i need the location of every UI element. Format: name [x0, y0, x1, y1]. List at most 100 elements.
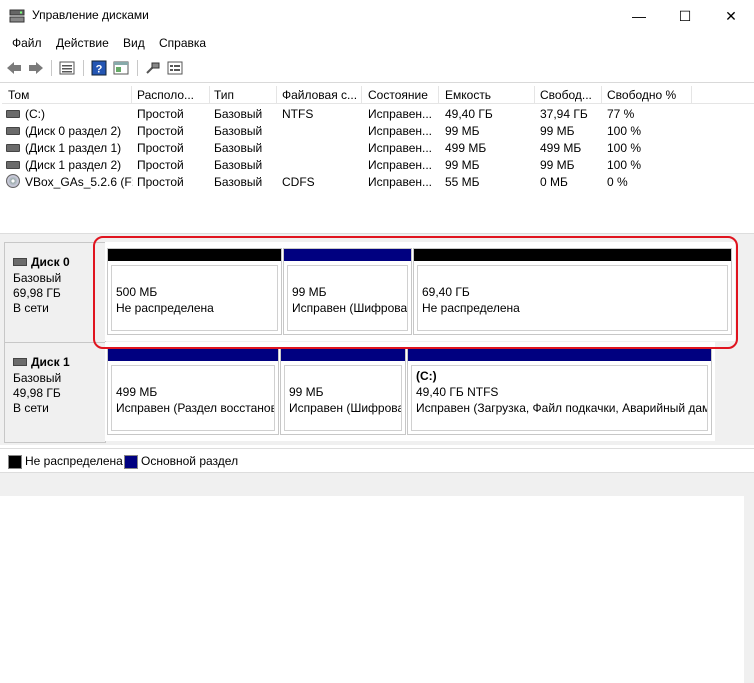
cell-layout: Простой [137, 158, 184, 172]
partition-size: 499 МБ [116, 385, 158, 399]
maximize-button[interactable]: ☐ [662, 0, 708, 32]
cell-type: Базовый [214, 124, 263, 138]
column-header-status[interactable]: Состояние [368, 88, 438, 102]
menu-action[interactable]: Действие [56, 36, 109, 50]
connect-icon[interactable] [144, 59, 162, 77]
volume-row[interactable]: VBox_GAs_5.2.6 (F:) Простой Базовый CDFS… [2, 173, 754, 190]
cell-status: Исправен... [368, 124, 433, 138]
column-header-layout[interactable]: Располо... [137, 88, 207, 102]
column-separator[interactable] [209, 86, 210, 103]
partition-body: (C:) 49,40 ГБ NTFS Исправен (Загрузка, Ф… [411, 365, 708, 431]
settings-icon[interactable] [166, 59, 184, 77]
disk-1-partitions: 499 МБ Исправен (Раздел восстанов 99 МБ … [105, 342, 715, 441]
column-separator[interactable] [276, 86, 277, 103]
toolbar: ? [0, 54, 754, 83]
cell-volume: (Диск 1 раздел 2) [25, 158, 122, 172]
disk-1-label[interactable]: Диск 1 Базовый 49,98 ГБ В сети [4, 342, 106, 443]
partition-body: 499 МБ Исправен (Раздел восстанов [111, 365, 275, 431]
cell-filesystem: CDFS [282, 175, 315, 189]
column-header-filesystem[interactable]: Файловая с... [282, 88, 362, 102]
partition-size: 99 МБ [289, 385, 324, 399]
partition-title: (C:) [416, 369, 437, 383]
disk-1-name: Диск 1 [31, 355, 70, 369]
column-header-capacity[interactable]: Емкость [445, 88, 533, 102]
properties-icon[interactable] [112, 59, 130, 77]
disk-icon [13, 358, 27, 366]
title-bar: Управление дисками — ☐ ✕ [0, 0, 754, 32]
cell-capacity: 99 МБ [445, 158, 480, 172]
cell-free: 37,94 ГБ [540, 107, 588, 121]
column-separator[interactable] [361, 86, 362, 103]
column-header-volume[interactable]: Том [8, 88, 130, 102]
status-bar [0, 472, 754, 496]
cell-status: Исправен... [368, 107, 433, 121]
partition-status: Исправен (Шифрова [289, 401, 402, 415]
list-view-icon[interactable] [58, 59, 76, 77]
disk-icon [13, 258, 27, 266]
disk-1-status: В сети [13, 401, 49, 415]
cell-capacity: 49,40 ГБ [445, 107, 493, 121]
legend: Не распределена Основной раздел [0, 448, 754, 473]
partition-primary[interactable]: 499 МБ Исправен (Раздел восстанов [107, 348, 279, 435]
cell-free: 499 МБ [540, 141, 582, 155]
legend-primary-swatch [124, 455, 138, 469]
minimize-button[interactable]: — [616, 0, 662, 32]
cell-capacity: 99 МБ [445, 124, 480, 138]
toolbar-separator [51, 60, 52, 76]
cell-free-percent: 77 % [607, 107, 635, 121]
menu-view[interactable]: Вид [123, 36, 145, 50]
disk-name: Диск 0 [13, 255, 70, 269]
disk-name: Диск 1 [13, 355, 70, 369]
cell-free-percent: 100 % [607, 141, 642, 155]
volume-row[interactable]: (Диск 0 раздел 2) Простой Базовый Исправ… [2, 122, 754, 139]
cell-type: Базовый [214, 107, 263, 121]
volume-list-header: Том Располо... Тип Файловая с... Состоян… [2, 86, 754, 104]
cell-type: Базовый [214, 158, 263, 172]
svg-text:?: ? [96, 64, 103, 76]
cell-layout: Простой [137, 107, 184, 121]
help-icon[interactable]: ? [90, 59, 108, 77]
partition-primary-c[interactable]: (C:) 49,40 ГБ NTFS Исправен (Загрузка, Ф… [407, 348, 712, 435]
cell-free: 99 МБ [540, 124, 575, 138]
volume-row[interactable]: (Диск 1 раздел 1) Простой Базовый Исправ… [2, 139, 754, 156]
column-separator[interactable] [131, 86, 132, 103]
drive-icon [6, 161, 20, 169]
maximize-icon: ☐ [678, 7, 692, 24]
cell-type: Базовый [214, 175, 263, 189]
back-icon[interactable] [5, 59, 23, 77]
menu-bar: Файл Действие Вид Справка [0, 32, 754, 54]
forward-icon[interactable] [27, 59, 45, 77]
cell-status: Исправен... [368, 141, 433, 155]
cell-volume: VBox_GAs_5.2.6 (F:) [25, 175, 133, 189]
column-separator[interactable] [691, 86, 692, 103]
cell-layout: Простой [137, 124, 184, 138]
volume-row[interactable]: (C:) Простой Базовый NTFS Исправен... 49… [2, 105, 754, 122]
disk-0-size: 69,98 ГБ [13, 286, 61, 300]
drive-icon [6, 127, 20, 135]
disk-management-app-icon [9, 9, 25, 23]
close-button[interactable]: ✕ [708, 0, 754, 32]
menu-file[interactable]: Файл [12, 36, 42, 50]
cell-capacity: 499 МБ [445, 141, 487, 155]
close-icon: ✕ [725, 7, 737, 24]
legend-unallocated-swatch [8, 455, 22, 469]
column-header-free-percent[interactable]: Свободно % [607, 88, 689, 102]
menu-help[interactable]: Справка [159, 36, 206, 50]
partition-size: 49,40 ГБ NTFS [416, 385, 499, 399]
vertical-scrollbar[interactable] [744, 476, 754, 683]
partition-primary[interactable]: 99 МБ Исправен (Шифрова [280, 348, 406, 435]
volume-row[interactable]: (Диск 1 раздел 2) Простой Базовый Исправ… [2, 156, 754, 173]
partition-bar [281, 349, 405, 361]
partition-status: Исправен (Загрузка, Файл подкачки, Авари… [416, 401, 708, 415]
partition-bar [108, 349, 278, 361]
column-header-type[interactable]: Тип [214, 88, 276, 102]
column-separator[interactable] [534, 86, 535, 103]
disk-0-label[interactable]: Диск 0 Базовый 69,98 ГБ В сети [4, 242, 106, 343]
column-separator[interactable] [601, 86, 602, 103]
cd-drive-icon [6, 174, 20, 188]
volume-list: Том Располо... Тип Файловая с... Состоян… [2, 86, 754, 233]
window-title: Управление дисками [32, 8, 149, 22]
column-header-free[interactable]: Свобод... [540, 88, 600, 102]
column-separator[interactable] [438, 86, 439, 103]
disk-1-type: Базовый [13, 371, 62, 385]
